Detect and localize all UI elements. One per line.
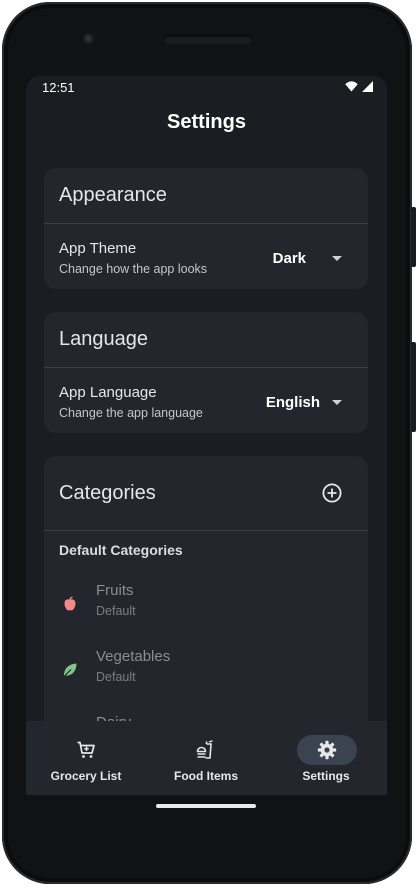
language-row: App Language Change the app language Eng… — [44, 368, 368, 434]
nav-label: Settings — [302, 769, 350, 783]
language-dropdown[interactable]: English — [266, 394, 342, 411]
nav-food-items[interactable]: Food Items — [146, 721, 266, 795]
volume-button — [411, 342, 416, 432]
category-name: Vegetables — [96, 648, 171, 665]
category-type: Default — [96, 670, 136, 684]
nav-label: Grocery List — [50, 769, 122, 783]
categories-header-row: Categories — [44, 456, 368, 531]
leaf-icon — [63, 663, 77, 677]
status-bar: 12:51 — [26, 76, 387, 98]
nav-icon-wrap — [176, 735, 236, 765]
theme-row: App Theme Change how the app looks Dark — [44, 224, 368, 290]
nav-label: Food Items — [173, 769, 238, 783]
appearance-header: Appearance — [44, 168, 368, 224]
theme-label: App Theme — [59, 240, 137, 257]
page-title: Settings — [167, 111, 246, 133]
app-screen: 12:51 Settings Appearance App Theme Chan… — [26, 76, 387, 795]
caret-down-icon — [332, 400, 342, 405]
cart-icon — [77, 741, 95, 758]
caret-down-icon — [332, 256, 342, 261]
nav-grocery-list[interactable]: Grocery List — [26, 721, 146, 795]
categories-header: Categories — [59, 482, 156, 504]
language-card: Language App Language Change the app lan… — [44, 312, 368, 433]
nav-icon-wrap — [297, 735, 357, 765]
language-header: Language — [44, 312, 368, 368]
appearance-card: Appearance App Theme Change how the app … — [44, 168, 368, 289]
home-indicator[interactable] — [156, 804, 256, 808]
language-value: English — [265, 394, 320, 411]
category-type: Default — [96, 604, 136, 618]
nav-icon-wrap — [56, 735, 116, 765]
food-icon — [196, 740, 213, 759]
default-categories-heading: Default Categories — [59, 542, 183, 558]
nav-settings[interactable]: Settings — [266, 721, 386, 795]
wifi-icon — [345, 81, 358, 92]
theme-subtitle: Change how the app looks — [59, 262, 208, 276]
bottom-navigation: Grocery List Food Items Settings — [26, 721, 387, 795]
signal-icon — [362, 81, 373, 92]
add-circle-icon[interactable] — [322, 483, 342, 503]
gear-icon — [317, 740, 337, 760]
theme-value: Dark — [272, 250, 306, 267]
category-name: Fruits — [96, 582, 134, 599]
language-label: App Language — [59, 384, 157, 401]
earpiece-speaker — [164, 35, 252, 44]
status-time: 12:51 — [42, 80, 75, 95]
language-subtitle: Change the app language — [59, 406, 203, 420]
theme-dropdown[interactable]: Dark — [273, 250, 342, 267]
front-camera — [83, 33, 95, 45]
category-item-vegetables[interactable]: Vegetables Default — [44, 648, 368, 698]
category-item-fruits[interactable]: Fruits Default — [44, 582, 368, 632]
power-button — [411, 207, 416, 267]
apple-icon — [64, 596, 76, 611]
